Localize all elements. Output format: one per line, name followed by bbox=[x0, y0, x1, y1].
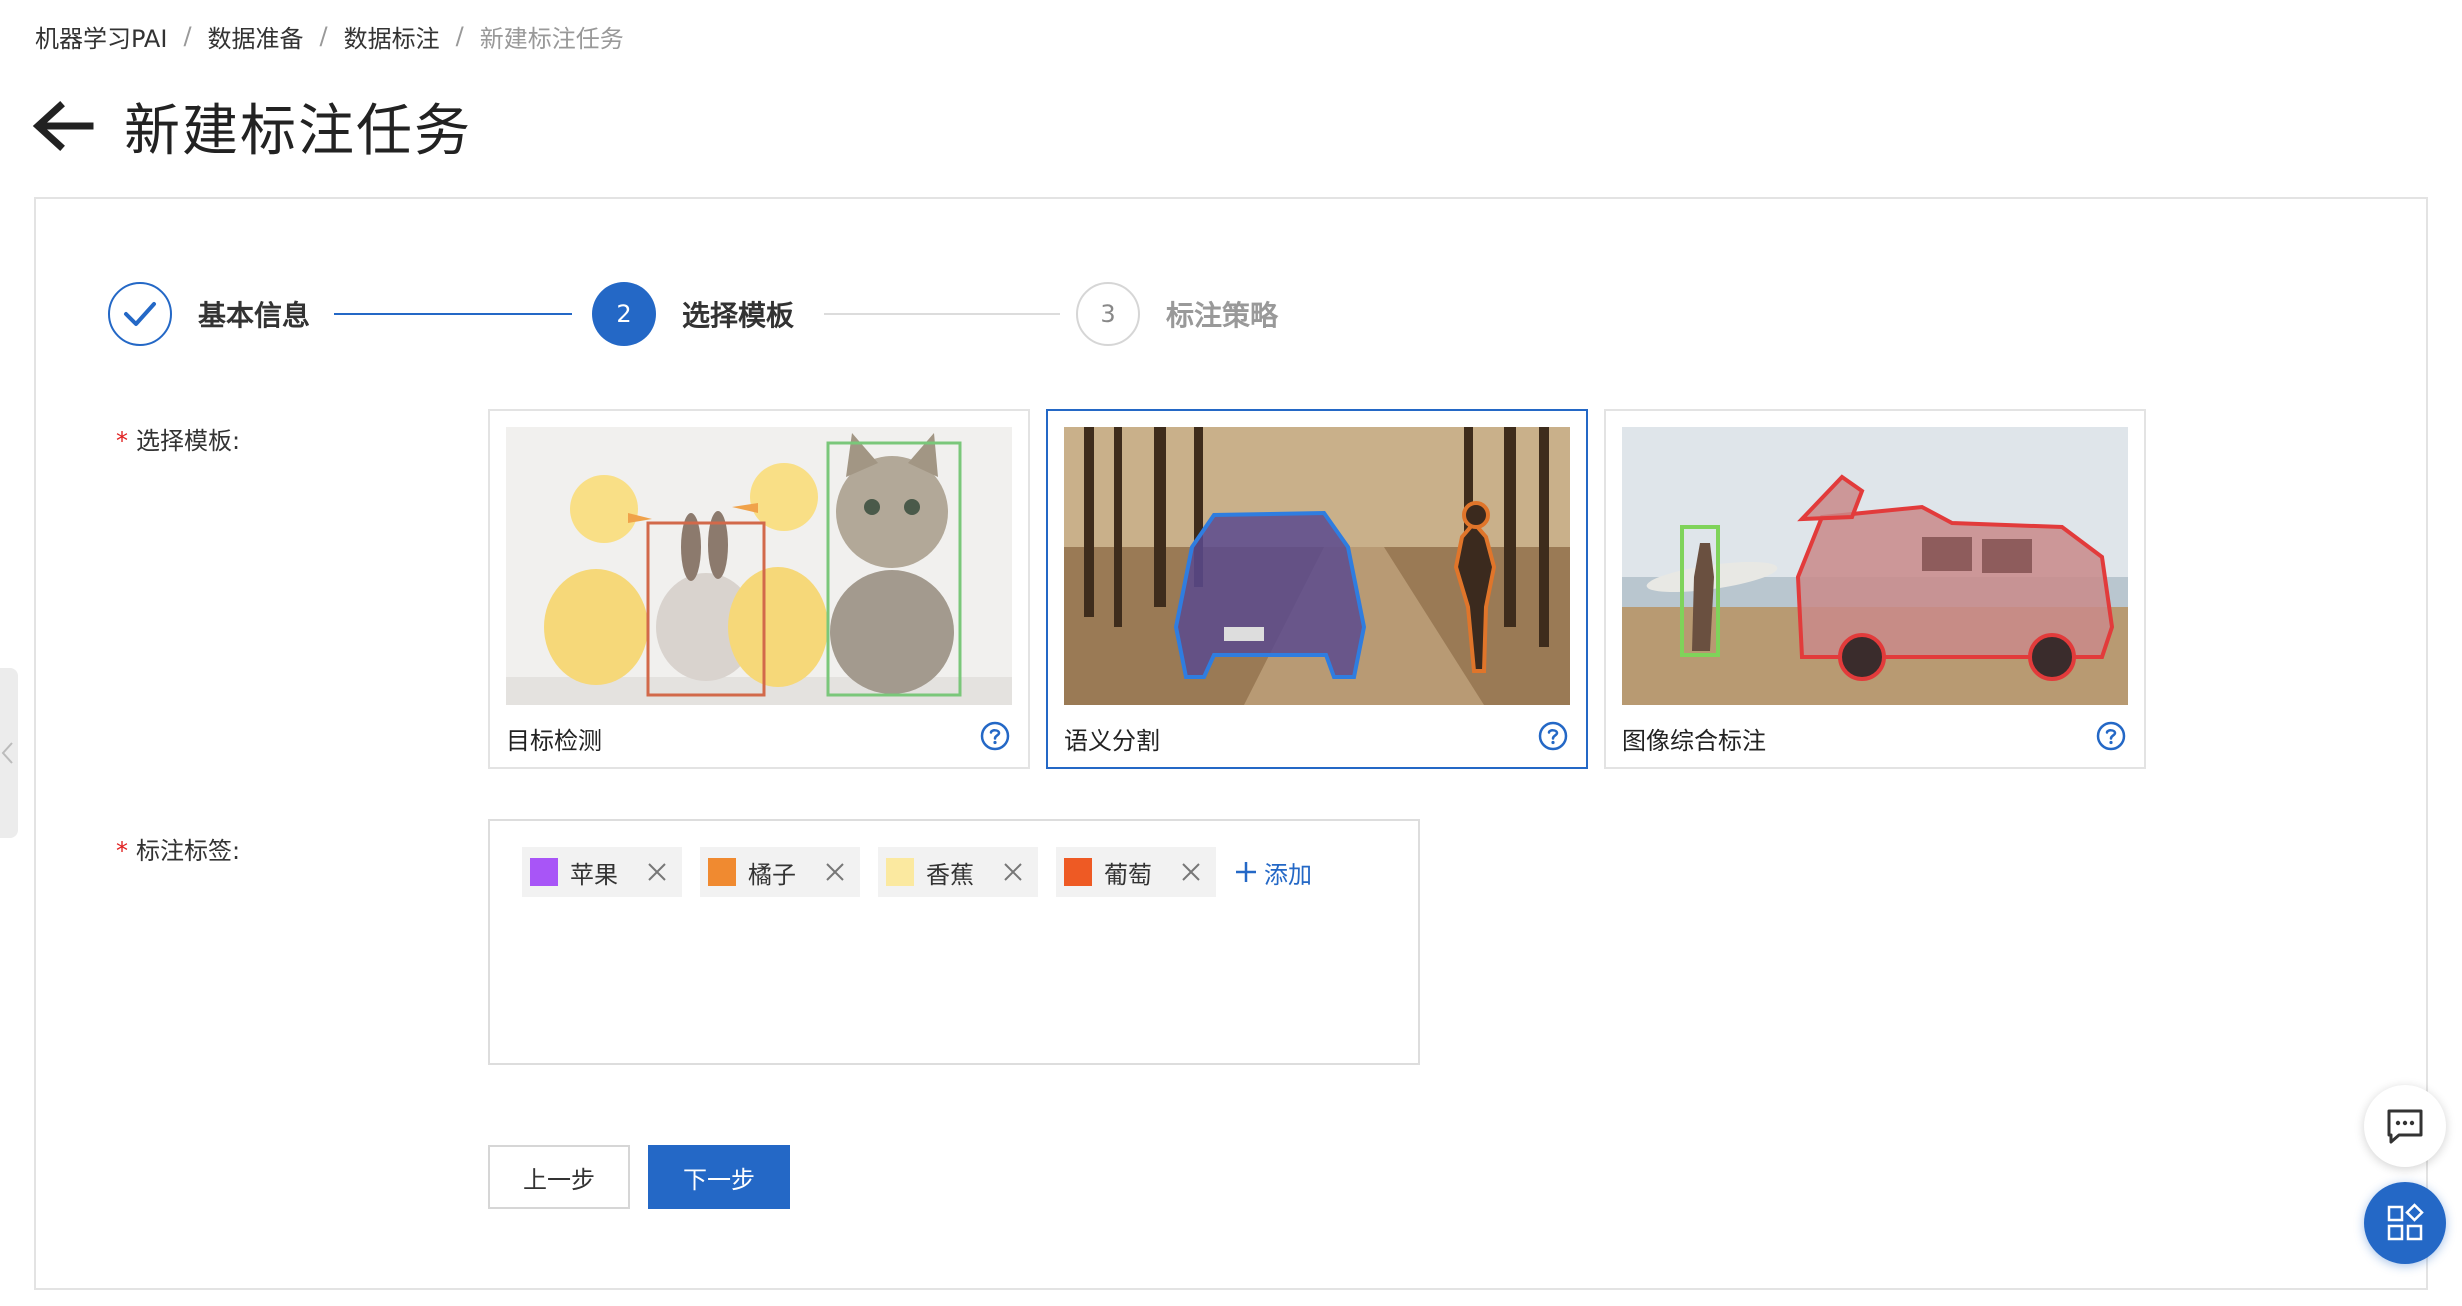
add-tag-button[interactable]: 添加 bbox=[1234, 855, 1312, 890]
template-image-comprehensive bbox=[1622, 427, 2128, 705]
step-connector bbox=[334, 313, 572, 315]
add-tag-label: 添加 bbox=[1264, 860, 1312, 889]
template-title: 目标检测 bbox=[506, 727, 602, 755]
step-label-strategy: 3 标注策略 bbox=[1076, 281, 1278, 347]
step-basic-info: 基本信息 bbox=[108, 281, 310, 347]
question-circle-icon[interactable] bbox=[2096, 721, 2126, 751]
breadcrumb-separator: / bbox=[455, 22, 464, 50]
chat-button[interactable] bbox=[2364, 1085, 2446, 1167]
step-number-circle: 3 bbox=[1076, 282, 1140, 346]
breadcrumb-separator: / bbox=[183, 22, 192, 50]
step-label: 标注策略 bbox=[1166, 299, 1279, 332]
page-header: 新建标注任务 bbox=[32, 88, 472, 164]
tag-item: 香蕉 bbox=[878, 847, 1038, 897]
close-icon[interactable] bbox=[824, 861, 846, 883]
tag-color-swatch bbox=[708, 858, 736, 886]
template-field-label: * 选择模板: bbox=[116, 421, 240, 456]
tags-list: 苹果 橘子 香蕉 葡萄 添加 bbox=[522, 847, 1312, 897]
breadcrumb-current: 新建标注任务 bbox=[479, 24, 624, 53]
apps-button[interactable] bbox=[2364, 1182, 2446, 1264]
sidebar-collapse-handle[interactable] bbox=[0, 668, 18, 838]
form-panel: 基本信息 2 选择模板 3 标注策略 * 选择模板: 目标检测 语义分割 图像综… bbox=[34, 197, 2428, 1290]
question-circle-icon[interactable] bbox=[1538, 721, 1568, 751]
close-icon[interactable] bbox=[1002, 861, 1024, 883]
template-image-semantic-segmentation bbox=[1064, 427, 1570, 705]
close-icon[interactable] bbox=[1180, 861, 1202, 883]
tag-item: 葡萄 bbox=[1056, 847, 1216, 897]
tags-field-label: * 标注标签: bbox=[116, 831, 240, 866]
chevron-left-icon bbox=[1, 742, 13, 764]
prev-step-button[interactable]: 上一步 bbox=[488, 1145, 630, 1209]
close-icon[interactable] bbox=[646, 861, 668, 883]
template-card-comprehensive[interactable]: 图像综合标注 bbox=[1604, 409, 2146, 769]
tag-item: 苹果 bbox=[522, 847, 682, 897]
step-indicator: 基本信息 2 选择模板 3 标注策略 bbox=[108, 281, 1328, 351]
template-title: 语义分割 bbox=[1064, 727, 1160, 755]
template-card-object-detection[interactable]: 目标检测 bbox=[488, 409, 1030, 769]
breadcrumb-item-data-label[interactable]: 数据标注 bbox=[344, 19, 440, 54]
apps-grid-icon bbox=[2387, 1203, 2424, 1241]
tag-item: 橘子 bbox=[700, 847, 860, 897]
next-step-button[interactable]: 下一步 bbox=[648, 1145, 790, 1209]
breadcrumb-item-pai[interactable]: 机器学习PAI bbox=[35, 19, 167, 54]
check-icon bbox=[124, 302, 156, 326]
message-icon bbox=[2387, 1109, 2423, 1144]
template-card-semantic-segmentation[interactable]: 语义分割 bbox=[1046, 409, 1588, 769]
tag-label: 葡萄 bbox=[1104, 860, 1152, 889]
plus-icon bbox=[1236, 862, 1256, 882]
arrow-left-icon[interactable] bbox=[32, 100, 94, 152]
step-done-circle bbox=[108, 282, 172, 346]
template-label-text: 选择模板: bbox=[136, 427, 241, 455]
step-label: 选择模板 bbox=[682, 299, 795, 332]
tag-label: 苹果 bbox=[570, 860, 618, 889]
page-title: 新建标注任务 bbox=[124, 98, 472, 164]
tags-label-text: 标注标签: bbox=[136, 837, 241, 865]
tag-color-swatch bbox=[1064, 858, 1092, 886]
tag-label: 橘子 bbox=[748, 860, 796, 889]
breadcrumb-separator: / bbox=[319, 22, 328, 50]
tags-input-box[interactable]: 苹果 橘子 香蕉 葡萄 添加 bbox=[488, 819, 1420, 1065]
tag-color-swatch bbox=[886, 858, 914, 886]
question-circle-icon[interactable] bbox=[980, 721, 1010, 751]
tag-label: 香蕉 bbox=[926, 860, 974, 889]
tag-color-swatch bbox=[530, 858, 558, 886]
required-mark: * bbox=[116, 427, 128, 455]
step-number-circle: 2 bbox=[592, 282, 656, 346]
step-select-template: 2 选择模板 bbox=[592, 281, 794, 347]
breadcrumb: 机器学习PAI / 数据准备 / 数据标注 / 新建标注任务 bbox=[35, 19, 624, 54]
step-label: 基本信息 bbox=[198, 299, 311, 332]
template-image-object-detection bbox=[506, 427, 1012, 705]
step-connector bbox=[824, 313, 1060, 315]
breadcrumb-item-data-prep[interactable]: 数据准备 bbox=[208, 19, 304, 54]
required-mark: * bbox=[116, 837, 128, 865]
template-title: 图像综合标注 bbox=[1622, 727, 1766, 755]
